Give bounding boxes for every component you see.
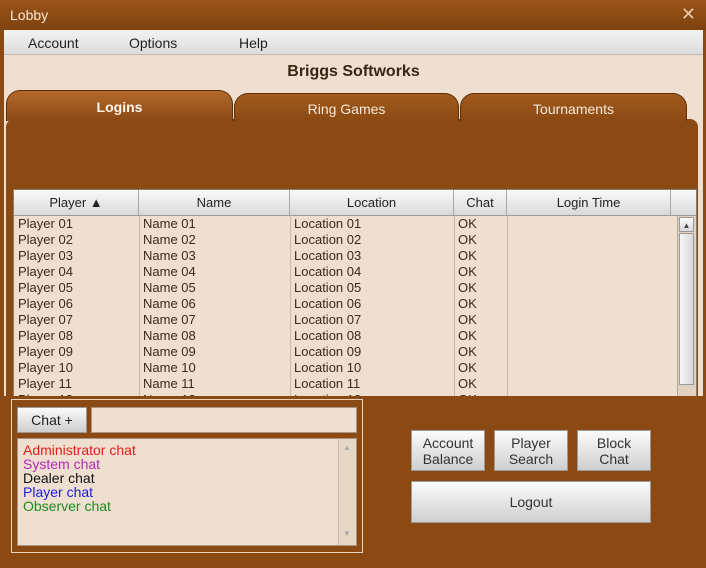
cell-location: Location 08 <box>294 328 362 343</box>
cell-location: Location 09 <box>294 344 362 359</box>
close-icon[interactable]: ✕ <box>681 4 696 25</box>
cell-location: Location 07 <box>294 312 362 327</box>
chat-line: Observer chat <box>23 498 111 514</box>
chat-scroll-down-icon[interactable]: ▼ <box>343 529 351 538</box>
chat-scrollbar[interactable]: ▲ ▼ <box>338 439 356 545</box>
chat-line: Administrator chat <box>23 442 136 458</box>
chat-scroll-up-icon[interactable]: ▲ <box>343 443 351 452</box>
table-header: Player ▲ Name Location Chat Login Time <box>14 190 696 216</box>
cell-player: Player 11 <box>18 376 72 391</box>
cell-name: Name 06 <box>143 296 196 311</box>
cell-name: Name 11 <box>143 376 195 391</box>
cell-name: Name 02 <box>143 232 196 247</box>
block-chat-label-1: Block <box>596 435 632 451</box>
cell-name: Name 09 <box>143 344 196 359</box>
chat-line: Dealer chat <box>23 470 95 486</box>
table-row[interactable]: Player 05 Name 05 Location 05 OK <box>14 280 677 296</box>
column-header-location[interactable]: Location <box>290 190 454 215</box>
table-row[interactable]: Player 03 Name 03 Location 03 OK <box>14 248 677 264</box>
cell-location: Location 02 <box>294 232 362 247</box>
cell-chat: OK <box>458 232 477 247</box>
chat-panel: Chat + ▲ ▼ Administrator chat System chat… <box>11 399 363 553</box>
scroll-thumb[interactable] <box>679 233 694 385</box>
account-balance-label-2: Balance <box>422 451 474 467</box>
cell-location: Location 06 <box>294 296 362 311</box>
menu-options[interactable]: Options <box>129 35 177 51</box>
chat-plus-button[interactable]: Chat + <box>17 407 87 433</box>
cell-location: Location 04 <box>294 264 362 279</box>
table-row[interactable]: Player 11 Name 11 Location 11 OK <box>14 376 677 392</box>
cell-player: Player 03 <box>18 248 73 263</box>
cell-name: Name 03 <box>143 248 196 263</box>
cell-name: Name 10 <box>143 360 196 375</box>
menu-account[interactable]: Account <box>28 35 79 51</box>
title-bar: Lobby ✕ <box>0 0 706 30</box>
cell-player: Player 07 <box>18 312 73 327</box>
brand-title: Briggs Softworks <box>287 63 420 80</box>
table-row[interactable]: Player 10 Name 10 Location 10 OK <box>14 360 677 376</box>
table-row[interactable]: Player 02 Name 02 Location 02 OK <box>14 232 677 248</box>
player-search-button[interactable]: Player Search <box>494 430 568 471</box>
cell-player: Player 01 <box>18 216 73 231</box>
cell-player: Player 05 <box>18 280 73 295</box>
cell-player: Player 08 <box>18 328 73 343</box>
cell-chat: OK <box>458 296 477 311</box>
window-title: Lobby <box>10 7 49 23</box>
cell-chat: OK <box>458 248 477 263</box>
cell-chat: OK <box>458 376 477 391</box>
cell-player: Player 02 <box>18 232 73 247</box>
scroll-up-arrow-icon[interactable]: ▲ <box>679 217 694 232</box>
account-balance-label-1: Account <box>422 435 474 451</box>
tab-ring-games[interactable]: Ring Games <box>234 93 459 121</box>
column-header-chat[interactable]: Chat <box>454 190 507 215</box>
chat-input[interactable] <box>91 407 357 433</box>
table-row[interactable]: Player 06 Name 06 Location 06 OK <box>14 296 677 312</box>
cell-chat: OK <box>458 344 477 359</box>
player-search-label-1: Player <box>511 435 551 451</box>
chat-line: System chat <box>23 456 101 472</box>
cell-name: Name 05 <box>143 280 196 295</box>
cell-player: Player 09 <box>18 344 73 359</box>
chat-log: ▲ ▼ Administrator chat System chat Dealer … <box>17 438 357 546</box>
table-row[interactable]: Player 07 Name 07 Location 07 OK <box>14 312 677 328</box>
cell-name: Name 04 <box>143 264 196 279</box>
cell-player: Player 10 <box>18 360 73 375</box>
table-row[interactable]: Player 04 Name 04 Location 04 OK <box>14 264 677 280</box>
cell-location: Location 03 <box>294 248 362 263</box>
cell-name: Name 08 <box>143 328 196 343</box>
cell-name: Name 07 <box>143 312 196 327</box>
column-header-login-time[interactable]: Login Time <box>507 190 671 215</box>
menu-help[interactable]: Help <box>239 35 268 51</box>
cell-location: Location 01 <box>294 216 362 231</box>
cell-location: Location 05 <box>294 280 362 295</box>
lobby-panel: Briggs Softworks Player ▲ Name Location … <box>4 55 703 567</box>
block-chat-button[interactable]: Block Chat <box>577 430 651 471</box>
cell-location: Location 11 <box>294 376 361 391</box>
cell-location: Location 10 <box>294 360 362 375</box>
player-search-label-2: Search <box>508 451 554 467</box>
menu-bar: Account Options Help <box>4 30 703 55</box>
cell-chat: OK <box>458 264 477 279</box>
chat-line: Player chat <box>23 484 94 500</box>
cell-chat: OK <box>458 328 477 343</box>
column-header-name[interactable]: Name <box>139 190 290 215</box>
block-chat-label-2: Chat <box>599 451 629 467</box>
logout-button[interactable]: Logout <box>411 481 651 523</box>
table-row[interactable]: Player 08 Name 08 Location 08 OK <box>14 328 677 344</box>
table-row[interactable]: Player 09 Name 09 Location 09 OK <box>14 344 677 360</box>
table-row[interactable]: Player 01 Name 01 Location 01 OK <box>14 216 677 232</box>
cell-player: Player 06 <box>18 296 73 311</box>
cell-name: Name 01 <box>143 216 196 231</box>
account-balance-button[interactable]: Account Balance <box>411 430 485 471</box>
cell-chat: OK <box>458 312 477 327</box>
bottom-area: Chat + ▲ ▼ Administrator chat System chat… <box>4 396 703 567</box>
tab-logins[interactable]: Logins <box>6 90 233 121</box>
cell-player: Player 04 <box>18 264 73 279</box>
column-header-player[interactable]: Player ▲ <box>14 190 139 215</box>
cell-chat: OK <box>458 360 477 375</box>
cell-chat: OK <box>458 216 477 231</box>
cell-chat: OK <box>458 280 477 295</box>
tab-tournaments[interactable]: Tournaments <box>460 93 687 121</box>
